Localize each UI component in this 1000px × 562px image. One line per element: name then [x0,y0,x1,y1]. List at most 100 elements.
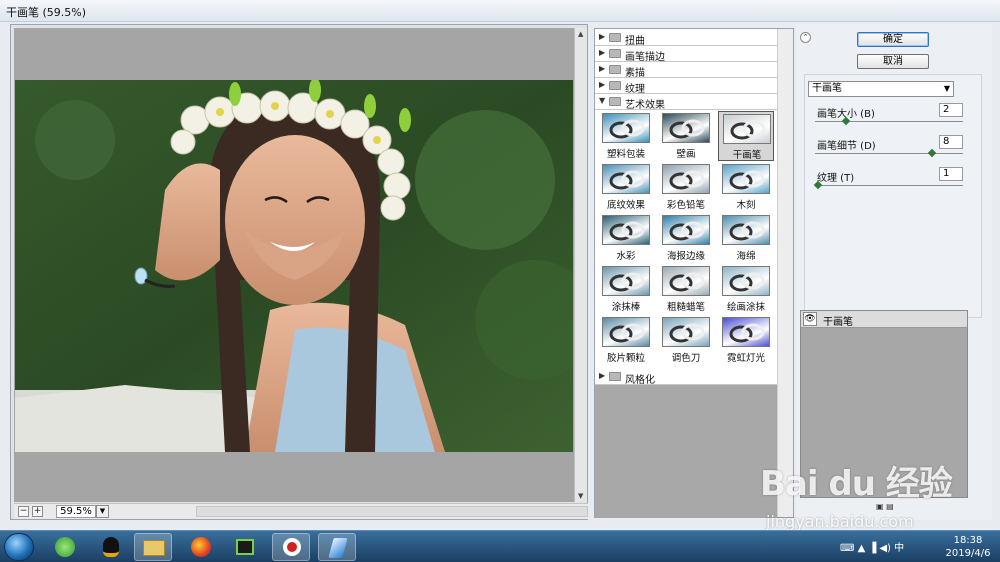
filter-preview-image [722,164,770,194]
preview-horizontal-scrollbar[interactable] [196,506,588,517]
filter-thumbnail-label: 海绵 [736,251,756,262]
settings-panel: ⌃ 确定 取消 干画笔 ▼ 画笔大小 (B) 2 画笔细节 (D) 8 纹理 (T) 1 … [796,24,992,520]
filter-preview-image [662,317,710,347]
scroll-down-arrow-icon[interactable]: ▼ [578,492,583,500]
filter-thumbnail[interactable]: 海绵 [718,213,774,263]
ok-button[interactable]: 确定 [857,32,929,47]
filter-category-label: 纹理 [625,84,645,95]
baidu-watermark: Bai du 经验 jingyan.baidu.com [760,456,980,538]
zoom-in-button[interactable]: + [32,506,43,517]
filter-category-texture[interactable]: ▶ 纹理 [595,78,777,95]
param-label: 画笔细节 (D) [817,141,876,152]
filter-category-label: 画笔描边 [625,52,665,63]
filter-category-label: 素描 [625,68,645,79]
filter-thumbnail-label: 壁画 [676,149,696,160]
taskbar: ⌨ ▲ ▐ ◀) 中 18:38 2019/4/6 [0,530,1000,562]
folder-icon [609,372,621,381]
filter-preview-image [602,215,650,245]
filter-thumbnail-label: 水彩 [616,251,636,262]
taskbar-app-media-icon[interactable] [226,533,264,561]
taskbar-app-photoshop-icon[interactable] [318,533,356,561]
taskbar-app-firefox-icon[interactable] [182,533,220,561]
filter-thumbnail[interactable]: 水彩 [598,213,654,263]
filter-select[interactable]: 干画笔 ▼ [808,81,954,97]
filter-category-stylize[interactable]: ▶ 风格化 [595,369,777,386]
expand-down-triangle-icon[interactable]: ▼ [599,96,605,105]
filter-thumbnail[interactable]: 木刻 [718,162,774,212]
filter-category-sketch[interactable]: ▶ 素描 [595,62,777,79]
collapse-panel-chevron-icon[interactable]: ⌃ [800,32,811,43]
filter-thumbnail-label: 海报边缘 [666,251,705,262]
visibility-eye-icon[interactable]: 👁 [803,312,817,326]
filter-preview-image [662,215,710,245]
taskbar-app-qq-icon[interactable] [92,533,130,561]
taskbar-app-recorder-icon[interactable] [272,533,310,561]
filter-thumbnail[interactable]: 干画笔 [718,111,774,161]
filter-preview-image [602,266,650,296]
filter-thumbnail[interactable]: 绘画涂抹 [718,264,774,314]
taskbar-app-browser-icon[interactable] [46,533,84,561]
filter-thumbnail[interactable]: 胶片颗粒 [598,315,654,365]
filter-thumbnail[interactable]: 壁画 [658,111,714,161]
clock-time: 18:38 [953,535,983,546]
watermark-brand: Bai du 经验 [760,464,953,504]
param-slider[interactable] [813,180,963,190]
filter-gallery-panel: ▶ 扭曲 ▶ 画笔描边 ▶ 素描 ▶ 纹理 ▼ 艺术效果 塑料包装 壁画 干画笔 底纹效果 彩色铅笔 木刻水… [594,28,794,518]
filter-preview-image [662,164,710,194]
expand-right-triangle-icon[interactable]: ▶ [599,48,605,57]
folder-icon [609,49,621,58]
zoom-out-button[interactable]: − [18,506,29,517]
param-label: 纹理 (T) [817,173,855,184]
preview-vertical-scrollbar[interactable]: ▲ ▼ [574,28,587,502]
expand-right-triangle-icon[interactable]: ▶ [599,371,605,380]
filter-select-value: 干画笔 [812,83,842,94]
filter-thumbnail[interactable]: 调色刀 [658,315,714,365]
artistic-filter-thumbnails: 塑料包装 壁画 干画笔底纹效果 彩色铅笔 木刻水彩 海报边缘 海绵涂抹棒 粗糙蜡笔 绘画涂抹胶片… [595,111,777,365]
filter-category-artistic[interactable]: ▼ 艺术效果 [595,94,777,111]
param-slider[interactable] [815,116,963,126]
filter-thumbnail[interactable]: 塑料包装 [598,111,654,161]
filter-thumbnail[interactable]: 海报边缘 [658,213,714,263]
scroll-up-arrow-icon[interactable]: ▲ [578,30,583,38]
param-slider[interactable] [815,148,963,158]
filter-category-brush-strokes[interactable]: ▶ 画笔描边 [595,46,777,63]
filter-thumbnail-label: 干画笔 [732,150,762,161]
filter-thumbnail[interactable]: 粗糙蜡笔 [658,264,714,314]
folder-icon [609,97,621,106]
zoom-dropdown-chevron-icon[interactable]: ▼ [96,505,109,518]
filter-thumbnail-label: 彩色铅笔 [666,200,705,211]
filter-thumbnail-label: 木刻 [736,200,756,211]
filter-thumbnail-label: 涂抹棒 [611,302,641,313]
expand-right-triangle-icon[interactable]: ▶ [599,32,605,41]
param-value-field[interactable]: 8 [939,135,963,149]
cancel-button[interactable]: 取消 [857,54,929,69]
portrait-photo [15,80,573,452]
filter-thumbnail[interactable]: 底纹效果 [598,162,654,212]
filter-thumbnail[interactable]: 彩色铅笔 [658,162,714,212]
folder-icon [609,81,621,90]
system-tray-icons[interactable]: ⌨ ▲ ▐ ◀) 中 [840,539,904,554]
filter-category-distort[interactable]: ▶ 扭曲 [595,30,777,47]
param-value-field[interactable]: 1 [939,167,963,181]
filter-preview-image [602,164,650,194]
expand-right-triangle-icon[interactable]: ▶ [599,80,605,89]
filter-thumbnail[interactable]: 霓虹灯光 [718,315,774,365]
slider-handle[interactable] [927,148,936,158]
clock[interactable]: 18:38 2019/4/6 [940,534,996,560]
zoom-level-field[interactable]: 59.5% [56,505,96,518]
taskbar-app-explorer-icon[interactable] [134,533,172,561]
filter-preview-image [662,113,710,143]
start-button[interactable] [4,533,34,561]
filter-list-scrollbar[interactable] [777,29,793,517]
clock-date: 2019/4/6 [945,548,991,559]
filter-thumbnail[interactable]: 涂抹棒 [598,264,654,314]
preview-image [15,80,573,452]
expand-right-triangle-icon[interactable]: ▶ [599,64,605,73]
folder-icon [609,65,621,74]
param-value-field[interactable]: 2 [939,103,963,117]
window-titlebar: 干画笔 (59.5%) [0,0,1000,22]
effect-layer-row[interactable]: 👁 干画笔 [801,311,967,328]
filter-category-label: 风格化 [625,375,655,386]
filter-thumbnail-label: 霓虹灯光 [726,353,765,364]
filter-panel-empty-area [595,385,777,518]
